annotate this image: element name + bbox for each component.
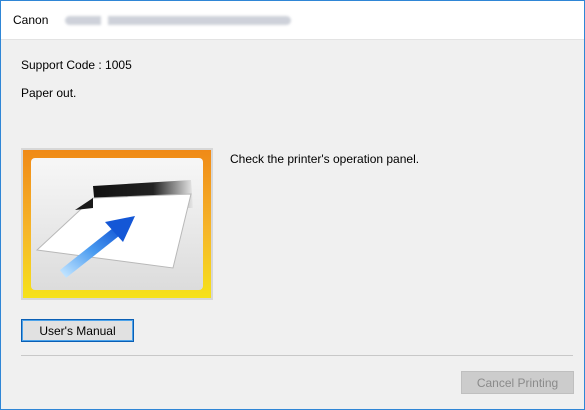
- title-bar[interactable]: Canon: [1, 1, 584, 40]
- users-manual-button[interactable]: User's Manual: [21, 319, 134, 342]
- window-title: Canon: [13, 13, 49, 27]
- cancel-printing-button[interactable]: Cancel Printing: [461, 371, 574, 394]
- paper-feed-illustration-icon: [21, 148, 213, 300]
- instruction-text: Check the printer's operation panel.: [230, 152, 420, 166]
- redacted-title-text: [65, 16, 291, 25]
- divider: [21, 355, 573, 356]
- error-dialog: Canon Support Code : 1005 Paper out. Che…: [0, 0, 585, 410]
- support-code-label: Support Code : 1005: [21, 58, 132, 72]
- error-message: Paper out.: [21, 86, 77, 100]
